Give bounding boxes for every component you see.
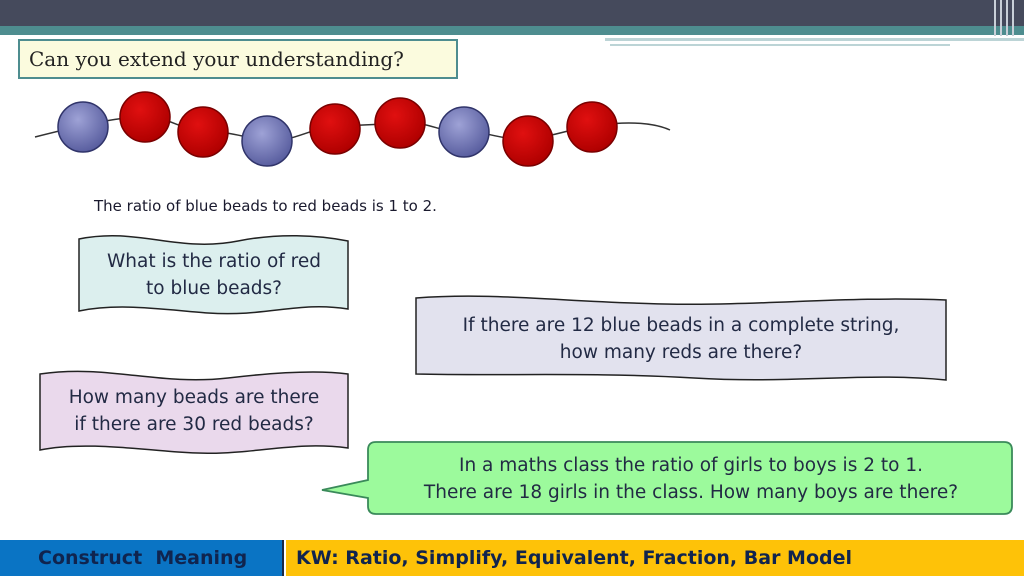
- header-bar: [0, 0, 1024, 26]
- red-bead: [374, 97, 426, 149]
- header-stripe: [610, 44, 950, 46]
- footer-phase-text: Construct Meaning: [38, 547, 248, 569]
- footer-bar: Construct Meaning KW: Ratio, Simplify, E…: [0, 540, 1024, 576]
- red-bead: [119, 91, 171, 143]
- footer-keywords-text: KW: Ratio, Simplify, Equivalent, Fractio…: [296, 547, 853, 569]
- question-line: how many reds are there?: [559, 342, 803, 363]
- girls-boys-callout: In a maths class the ratio of girls to b…: [320, 440, 1020, 518]
- blue-bead: [241, 115, 293, 167]
- footer-keywords: KW: Ratio, Simplify, Equivalent, Fractio…: [286, 540, 1024, 576]
- red-bead: [502, 115, 554, 167]
- header-stripe: [605, 38, 1024, 41]
- red-bead: [309, 103, 361, 155]
- question-line: There are 18 girls in the class. How man…: [423, 482, 959, 503]
- banner-text: How many beads are there if there are 30 …: [38, 366, 350, 456]
- blue-bead: [57, 101, 109, 153]
- question-line: What is the ratio of red: [107, 251, 321, 272]
- slide-title-text: Can you extend your understanding?: [29, 47, 404, 71]
- question-line: If there are 12 blue beads in a complete…: [462, 315, 900, 336]
- header-accent-bar: [0, 26, 1024, 35]
- red-bead: [177, 106, 229, 158]
- banner-text: If there are 12 blue beads in a complete…: [414, 294, 948, 384]
- banner-text: What is the ratio of red to blue beads?: [78, 231, 350, 319]
- header-corner-line: [994, 0, 996, 36]
- blue-bead: [438, 106, 490, 158]
- question-line: if there are 30 red beads?: [74, 414, 314, 435]
- footer-phase-label: Construct Meaning: [0, 540, 284, 576]
- question-banner-30-red: How many beads are there if there are 30 …: [38, 366, 350, 456]
- question-banner-red-to-blue: What is the ratio of red to blue beads?: [78, 231, 350, 319]
- question-banner-12-blue: If there are 12 blue beads in a complete…: [414, 294, 948, 384]
- question-line: to blue beads?: [146, 278, 282, 299]
- callout-text: In a maths class the ratio of girls to b…: [366, 440, 1016, 518]
- red-bead: [566, 101, 618, 153]
- header-corner-line: [1006, 0, 1008, 36]
- question-line: How many beads are there: [68, 387, 320, 408]
- question-line: In a maths class the ratio of girls to b…: [459, 455, 923, 476]
- header-corner-line: [1012, 0, 1014, 36]
- slide-title: Can you extend your understanding?: [18, 39, 458, 79]
- bead-string-illustration: [34, 91, 671, 167]
- header-corner-line: [1000, 0, 1002, 36]
- ratio-statement: The ratio of blue beads to red beads is …: [94, 197, 437, 215]
